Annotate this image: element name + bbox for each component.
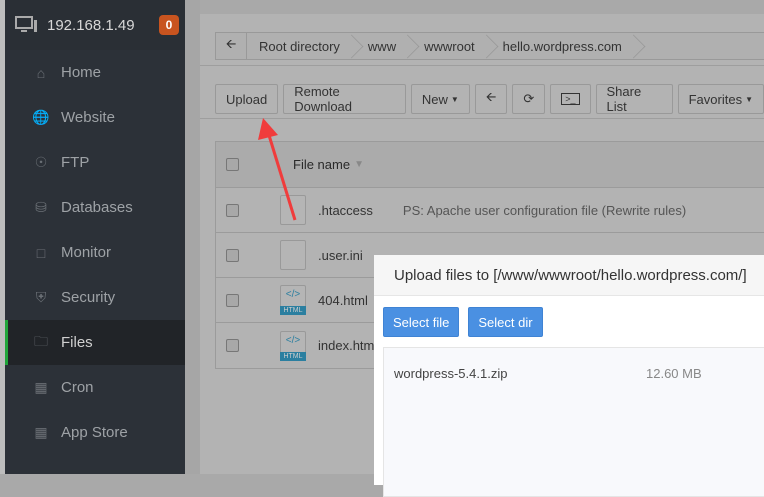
table-row[interactable]: .htaccess PS: Apache user configuration f… (216, 188, 764, 233)
row-checkbox[interactable] (226, 293, 239, 307)
sort-caret-icon[interactable]: ▼ (354, 159, 364, 170)
upload-button[interactable]: Upload (215, 84, 279, 114)
sidebar-item-label: Security (61, 289, 116, 306)
upload-file-size: 12.60 MB (646, 366, 702, 381)
terminal-button[interactable]: >_ (550, 84, 591, 114)
html-file-icon: </> HTML (280, 330, 306, 361)
html-file-icon: </> HTML (280, 285, 306, 315)
sidebar-item-cron[interactable]: ▦ Cron (5, 365, 185, 410)
file-name[interactable]: .user.ini (318, 248, 363, 263)
database-icon: ⛁ (35, 199, 47, 215)
file-name[interactable]: 404.html (318, 293, 368, 308)
sidebar-item-monitor[interactable]: □ Monitor (5, 230, 185, 275)
sidebar-item-label: Website (61, 109, 115, 126)
server-header: 192.168.1.49 0 (5, 0, 185, 50)
grid-icon: ▦ (34, 424, 48, 440)
breadcrumb-root[interactable]: Root directory (247, 33, 356, 59)
dialog-title: Upload files to [/www/wwwroot/hello.word… (374, 255, 764, 296)
favorites-dropdown-button[interactable]: Favorites ▼ (677, 84, 764, 114)
sidebar-item-label: App Store (61, 424, 128, 441)
share-list-button[interactable]: Share List (595, 84, 673, 114)
row-checkbox[interactable] (226, 339, 239, 352)
select-file-button[interactable]: Select file (383, 307, 460, 337)
gutter (185, 0, 200, 474)
divider (200, 65, 764, 66)
terminal-icon: >_ (561, 93, 580, 105)
home-icon: ⌂ (36, 64, 46, 81)
back-button[interactable]: 🡨 (474, 84, 508, 114)
sidebar-item-databases[interactable]: ⛁ Databases (5, 185, 185, 230)
sidebar-item-app-store[interactable]: ▦ App Store (5, 410, 185, 455)
sidebar-item-ftp[interactable]: ☉ FTP (5, 140, 185, 185)
divider (200, 118, 764, 119)
sidebar-item-label: Monitor (61, 244, 112, 261)
upload-dialog: Upload files to [/www/wwwroot/hello.word… (374, 255, 764, 497)
sidebar-item-label: FTP (61, 154, 90, 171)
sidebar-item-security[interactable]: ⛨ Security (5, 275, 185, 320)
server-host: 192.168.1.49 (47, 16, 135, 34)
sidebar-item-label: Cron (61, 379, 94, 396)
sidebar-item-files[interactable]: 🗀 Files (5, 320, 185, 365)
file-name[interactable]: index.html (318, 338, 377, 353)
favorites-label: Favorites (688, 91, 743, 107)
new-dropdown-button[interactable]: New ▼ (410, 84, 470, 114)
breadcrumb: 🡨 Root directory www wwwroot hello.wordp… (215, 32, 764, 60)
back-arrow-icon[interactable]: 🡨 (216, 33, 247, 59)
monitor-icon: □ (36, 244, 46, 261)
row-checkbox[interactable] (226, 203, 239, 217)
breadcrumb-site[interactable]: hello.wordpress.com (491, 33, 638, 59)
sidebar-item-label: Files (61, 334, 93, 351)
column-file-name[interactable]: File name (293, 157, 350, 172)
refresh-button[interactable]: ⟳ (512, 84, 546, 114)
breadcrumb-wwwroot[interactable]: wwwroot (412, 33, 491, 59)
caret-down-icon: ▼ (745, 94, 753, 104)
upload-file-name: wordpress-5.4.1.zip (394, 366, 508, 381)
globe-icon: 🌐 (32, 109, 50, 125)
remote-download-button[interactable]: Remote Download (283, 84, 406, 114)
new-label: New (421, 91, 448, 107)
row-checkbox[interactable] (226, 248, 239, 262)
folder-icon: 🗀 (34, 332, 48, 349)
refresh-icon: ⟳ (523, 91, 535, 106)
sidebar: 192.168.1.49 0 ⌂ Home 🌐 Website ☉ FTP ⛁ Databas… (5, 0, 185, 474)
select-dir-button[interactable]: Select dir (468, 307, 543, 337)
select-all-checkbox[interactable] (226, 158, 239, 171)
sidebar-item-website[interactable]: 🌐 Website (5, 95, 185, 140)
file-name[interactable]: .htaccess (318, 203, 373, 218)
caret-down-icon: ▼ (450, 94, 459, 104)
sidebar-item-home[interactable]: ⌂ Home (5, 50, 185, 95)
calendar-icon: ▦ (34, 379, 48, 395)
file-icon (280, 240, 306, 270)
table-header: File name ▼ (216, 142, 764, 188)
file-note: PS: Apache user configuration file (Rewr… (402, 202, 687, 218)
notification-badge[interactable]: 0 (159, 15, 179, 35)
sidebar-item-label: Databases (61, 199, 133, 216)
shield-icon: ⛨ (35, 289, 47, 305)
toolbar: Upload Remote Download New ▼ 🡨 ⟳ >_ Share… (215, 84, 764, 114)
ftp-icon: ☉ (34, 154, 48, 170)
breadcrumb-www[interactable]: www (356, 33, 412, 59)
computer-icon (15, 16, 37, 32)
arrow-left-icon: 🡨 (485, 89, 497, 104)
upload-file-list: wordpress-5.4.1.zip 12.60 MB (383, 347, 764, 497)
sidebar-item-label: Home (61, 64, 102, 81)
file-icon (280, 195, 306, 225)
